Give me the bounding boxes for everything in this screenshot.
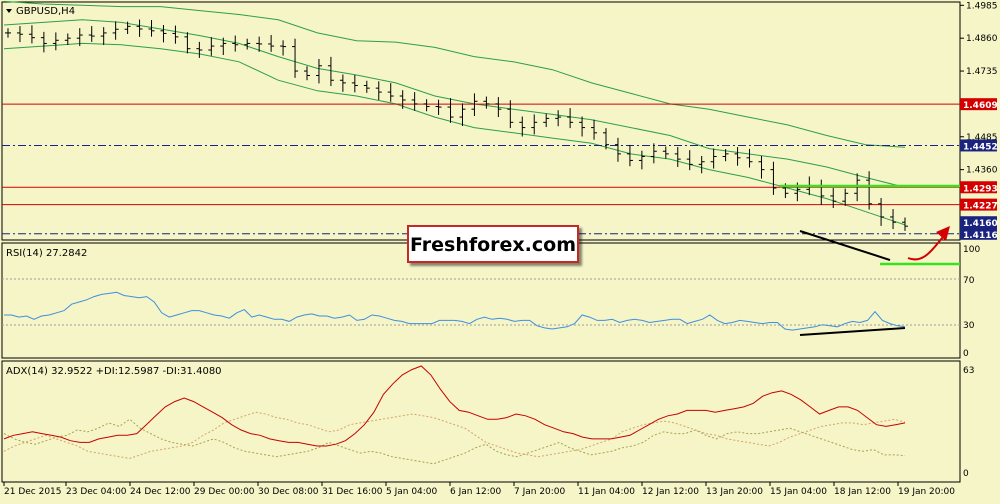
time-tick-label: 12 Jan 12:00 bbox=[642, 487, 699, 497]
price-tick-label: 1.4735 bbox=[966, 67, 998, 77]
chart-canvas[interactable]: GBPUSD,H4 RSI(14) 27.2842 ADX(14) 32.952… bbox=[0, 0, 1000, 500]
time-tick-label: 5 Jan 04:00 bbox=[386, 487, 438, 497]
time-tick-label: 21 Dec 2015 bbox=[4, 487, 62, 497]
rsi-tick-100: 100 bbox=[963, 245, 980, 255]
level-label: 1.4452 bbox=[963, 142, 998, 152]
chart-window: GBPUSD,H4 RSI(14) 27.2842 ADX(14) 32.952… bbox=[0, 0, 1000, 500]
level-label: 1.4227 bbox=[963, 202, 998, 212]
price-panel-title: GBPUSD,H4 bbox=[16, 6, 75, 17]
time-tick-label: 7 Jan 20:00 bbox=[514, 487, 566, 497]
time-tick-label: 15 Jan 04:00 bbox=[770, 487, 827, 497]
time-tick-label: 13 Jan 20:00 bbox=[706, 487, 763, 497]
rsi-tick-0: 0 bbox=[963, 349, 969, 359]
time-tick-label: 11 Jan 04:00 bbox=[578, 487, 635, 497]
rsi-tick-30: 30 bbox=[963, 321, 975, 331]
time-tick-label: 24 Dec 12:00 bbox=[130, 487, 191, 497]
adx-panel-title: ADX(14) 32.9522 +DI:12.5987 -DI:31.4080 bbox=[6, 366, 222, 377]
price-tick-label: 1.4860 bbox=[966, 34, 998, 44]
time-tick-label: 18 Jan 12:00 bbox=[834, 487, 891, 497]
time-tick-label: 6 Jan 12:00 bbox=[450, 487, 502, 497]
time-tick-label: 29 Dec 00:00 bbox=[194, 487, 255, 497]
watermark-text: Freshforex.com bbox=[410, 234, 576, 256]
current-price-label: 1.4160 bbox=[963, 219, 998, 229]
rsi-panel-title: RSI(14) 27.2842 bbox=[6, 248, 87, 259]
price-tick-label: 1.4360 bbox=[966, 166, 998, 176]
time-tick-label: 31 Dec 16:00 bbox=[322, 487, 383, 497]
time-tick-label: 19 Jan 20:00 bbox=[898, 487, 955, 497]
rsi-tick-70: 70 bbox=[963, 276, 975, 286]
time-tick-label: 23 Dec 04:00 bbox=[66, 487, 127, 497]
level-label: 1.4116 bbox=[963, 231, 998, 241]
time-tick-label: 30 Dec 08:00 bbox=[258, 487, 319, 497]
price-tick-label: 1.4985 bbox=[966, 1, 998, 11]
adx-tick-0: 0 bbox=[963, 469, 969, 479]
adx-tick-63: 63 bbox=[963, 366, 974, 376]
level-label: 1.4293 bbox=[963, 184, 998, 194]
level-label: 1.4609 bbox=[963, 101, 998, 111]
